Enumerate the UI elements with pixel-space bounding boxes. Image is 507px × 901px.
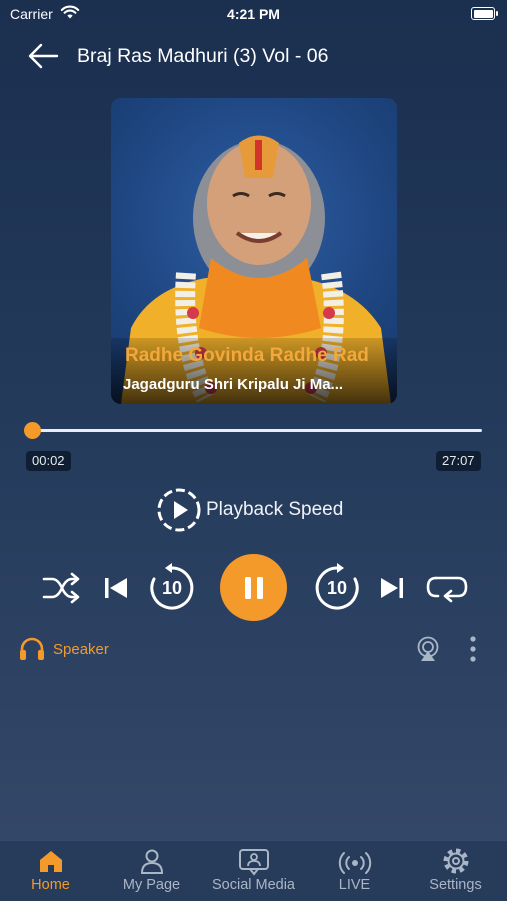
artwork-subtitle: Jagadguru Shri Kripalu Ji Ma...: [123, 376, 344, 393]
tab-home-label: Home: [31, 877, 70, 893]
page-title: Braj Ras Madhuri (3) Vol - 06: [77, 45, 329, 67]
tab-social-media[interactable]: Social Media: [203, 841, 304, 901]
tab-my-page[interactable]: My Page: [101, 841, 202, 901]
battery-icon: [471, 7, 498, 20]
skip-back-button[interactable]: 10: [147, 563, 197, 613]
tab-live-label: LIVE: [338, 877, 371, 893]
shuffle-icon[interactable]: [41, 570, 81, 606]
playback-speed-icon: [157, 488, 201, 532]
status-bar: Carrier 4:21 PM: [0, 0, 507, 28]
tab-social-media-label: Social Media: [211, 877, 295, 893]
tab-settings-label: Settings: [429, 877, 482, 893]
home-icon: [39, 851, 62, 872]
gear-icon: [443, 848, 468, 874]
person-icon: [140, 849, 163, 874]
live-broadcast-icon: [338, 852, 371, 874]
headphones-icon[interactable]: [18, 636, 46, 662]
pause-icon: [244, 576, 263, 599]
playback-speed-button[interactable]: Playback Speed: [155, 486, 343, 534]
skip-forward-seconds: 10: [326, 577, 348, 598]
skip-back-seconds: 10: [161, 577, 183, 598]
more-options-icon[interactable]: [468, 635, 478, 663]
duration-time: 27:07: [436, 451, 481, 471]
previous-track-icon[interactable]: [102, 575, 130, 601]
seek-track[interactable]: [31, 429, 482, 432]
tab-settings[interactable]: Settings: [405, 841, 506, 901]
speaker-output-label[interactable]: Speaker: [53, 641, 109, 658]
tab-live[interactable]: LIVE: [304, 841, 405, 901]
bottom-tab-bar: Home My Page Social Media LIVE Settings: [0, 840, 507, 901]
album-artwork: Radhe Govinda Radhe Rad Jagadguru Shri K…: [111, 98, 397, 404]
back-arrow-icon[interactable]: [26, 40, 60, 72]
tab-my-page-label: My Page: [122, 877, 181, 893]
pause-button[interactable]: [220, 554, 287, 621]
elapsed-time: 00:02: [26, 451, 71, 471]
next-track-icon[interactable]: [378, 575, 406, 601]
status-time: 4:21 PM: [227, 6, 280, 22]
repeat-icon[interactable]: [424, 570, 470, 606]
seek-knob[interactable]: [23, 422, 41, 439]
artwork-title: Radhe Govinda Radhe Rad: [125, 345, 369, 366]
social-chat-icon: [238, 849, 269, 876]
tab-home[interactable]: Home: [0, 841, 101, 901]
airplay-icon[interactable]: [415, 636, 441, 662]
skip-forward-button[interactable]: 10: [312, 563, 362, 613]
playback-speed-label: Playback Speed: [206, 499, 344, 520]
